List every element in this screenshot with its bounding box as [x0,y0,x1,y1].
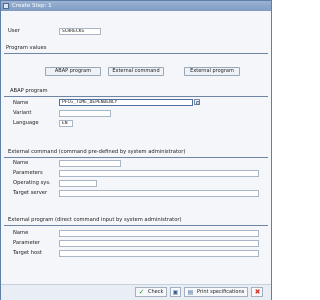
abap-variant-label: Variant [13,110,32,116]
abap-name-label: Name [13,100,29,106]
check-label: Check [148,289,164,295]
abap-program-button[interactable]: ABAP program [45,67,101,76]
external-command-heading: External command (command pre-defined by… [8,149,186,155]
print-specifications-button[interactable]: ▤ Print specifications [184,287,248,297]
program-values-heading: Program values [6,45,47,51]
ext-prog-name-field[interactable] [59,230,259,237]
separator [4,225,268,226]
cancel-icon: ✖ [254,288,261,296]
ext-cmd-name-label: Name [13,160,29,166]
ext-cmd-parameters-label: Parameters [13,170,43,176]
ext-cmd-parameters-field[interactable] [59,170,259,177]
create-step-dialog: Create Step: 1 User SCHRECKS Program val… [0,0,272,300]
check-button[interactable]: ✓ Check [135,287,167,297]
external-program-heading: External program (direct command input b… [8,217,182,223]
abap-language-label: Language [13,120,39,126]
separator [4,96,268,97]
ext-prog-host-label: Target host [13,250,42,256]
ext-cmd-os-field[interactable] [59,180,97,187]
ext-prog-host-field[interactable] [59,250,259,257]
cancel-button[interactable]: ✖ [251,287,263,297]
ext-cmd-os-label: Operating sys. [13,180,51,186]
abap-language-field[interactable]: EN [59,120,73,127]
ext-cmd-target-label: Target server [13,190,48,196]
user-field[interactable]: SCHRECKS [59,28,101,35]
value-help-icon[interactable] [194,99,200,105]
ext-cmd-target-field[interactable] [59,190,259,197]
title-bar[interactable]: Create Step: 1 [1,1,271,11]
abap-program-heading: ABAP program [10,88,48,94]
ext-cmd-name-field[interactable] [59,160,121,167]
abap-variant-field[interactable] [59,110,111,117]
window-icon [3,3,9,9]
abap-name-field[interactable]: PFCG_TIME_DEPENDENCY [59,99,193,106]
separator [4,53,268,54]
window-title: Create Step: 1 [12,3,52,9]
ext-prog-parameter-label: Parameter [13,240,40,246]
user-label: User [8,28,20,34]
ext-prog-parameter-field[interactable] [59,240,259,247]
separator [4,157,268,158]
dialog-footer: ✓ Check ▣ ▤ Print specifications ✖ [1,284,271,300]
ext-prog-name-label: Name [13,230,29,236]
save-button[interactable]: ▣ [170,287,181,297]
print-label: Print specifications [197,289,245,295]
external-program-button[interactable]: External program [184,67,240,76]
printer-icon: ▤ [187,289,194,296]
external-command-button[interactable]: External command [108,67,164,76]
checkmark-icon: ✓ [138,288,145,296]
save-icon: ▣ [172,289,179,296]
